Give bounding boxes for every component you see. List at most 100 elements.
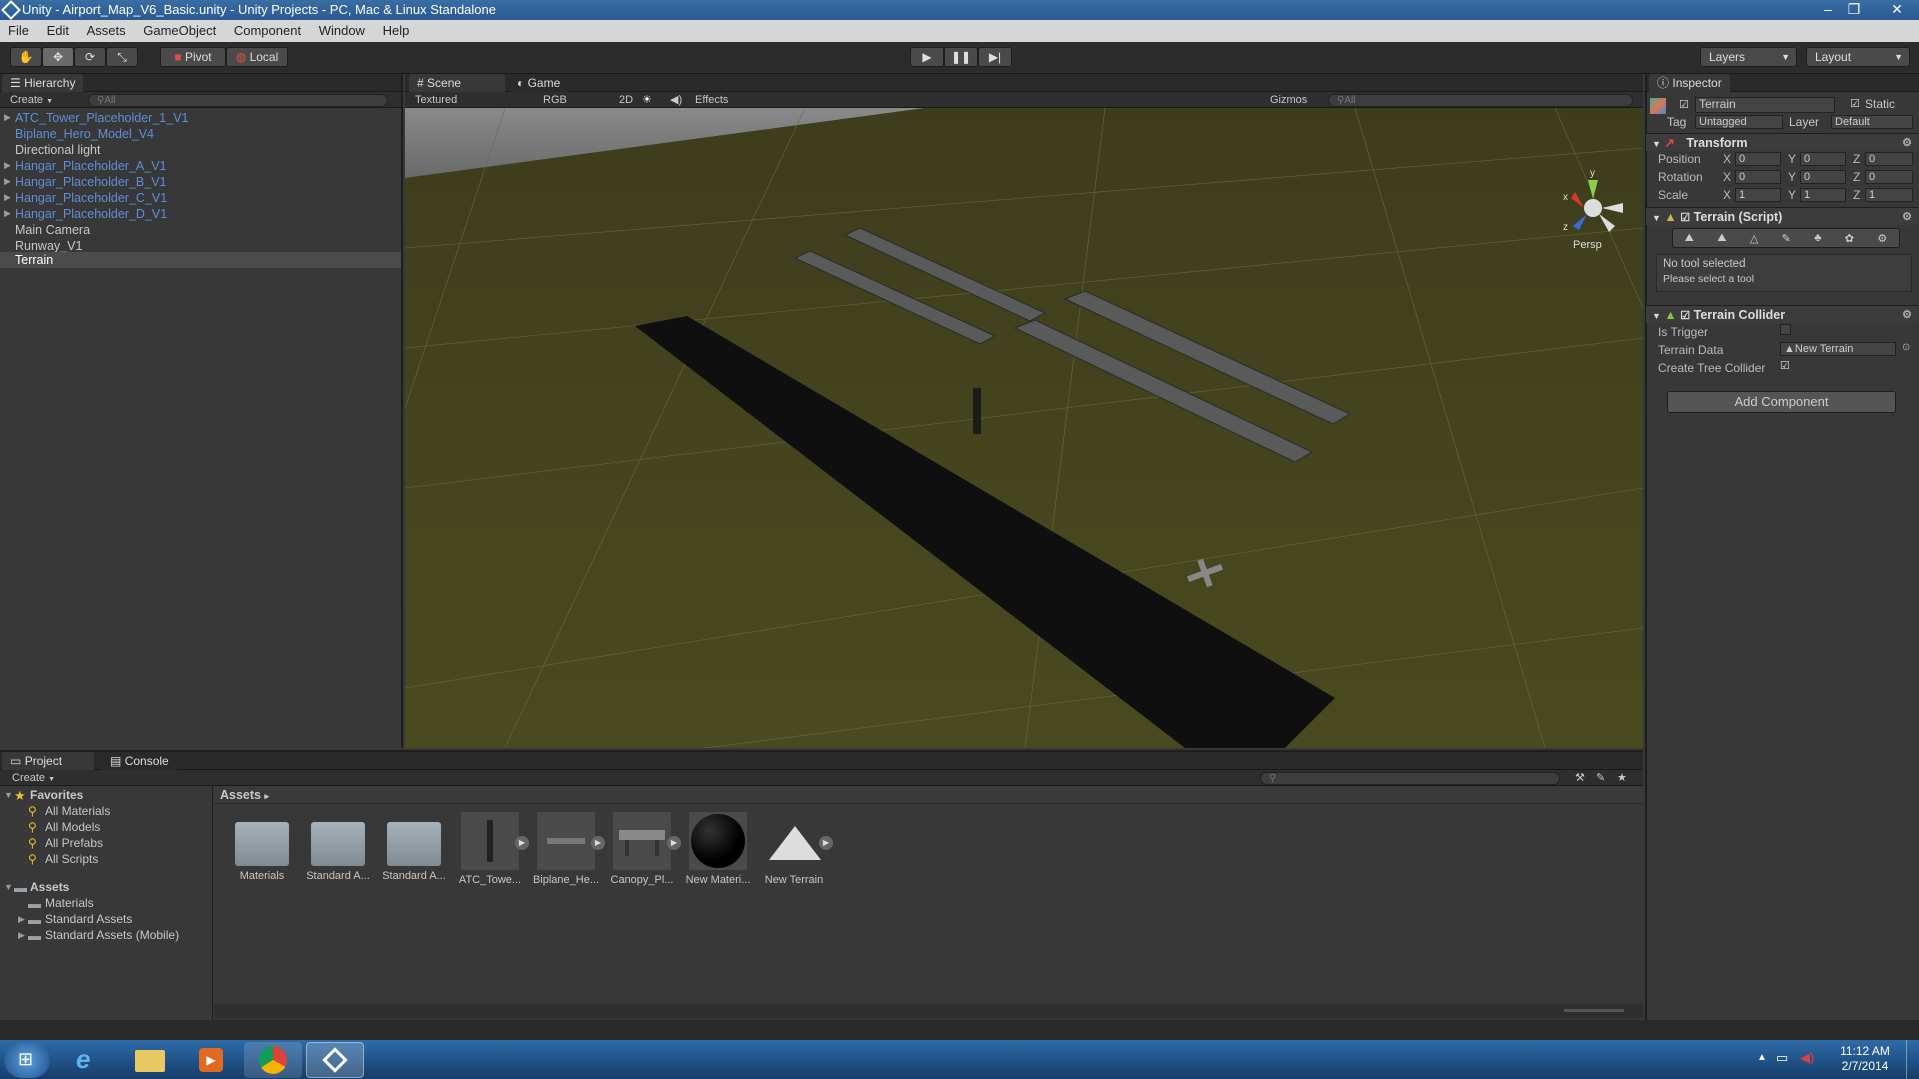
effects-dropdown[interactable]: Effects (695, 92, 728, 108)
atc-tower-model[interactable] (973, 388, 981, 434)
component-enabled-checkbox[interactable]: ☑ (1680, 212, 1690, 224)
menu-file[interactable]: File (8, 23, 29, 38)
tab-inspector[interactable]: ⓘ Inspector (1649, 74, 1730, 92)
volume-icon[interactable]: ◀) (1800, 1050, 1814, 1066)
paint-details-tool-icon[interactable]: ✿ (1845, 232, 1854, 245)
expand-arrow-icon[interactable]: ▶ (4, 112, 11, 123)
show-desktop-button[interactable] (1906, 1040, 1919, 1079)
tab-hierarchy[interactable]: ☰ Hierarchy (2, 74, 84, 92)
unity-taskbar-button[interactable] (306, 1042, 364, 1078)
chrome-taskbar-button[interactable] (244, 1042, 302, 1078)
tab-project[interactable]: ▭ Project (2, 752, 94, 770)
menu-help[interactable]: Help (383, 23, 410, 38)
hierarchy-item[interactable]: ATC_Tower_Placeholder_1_V1 (15, 110, 188, 126)
gear-icon[interactable]: ⚙ (1902, 208, 1912, 226)
position-y-field[interactable]: 0 (1800, 152, 1846, 166)
expand-arrow-icon[interactable]: ▶ (4, 160, 11, 171)
expand-prefab-icon[interactable]: ▶ (819, 836, 833, 850)
scale-y-field[interactable]: 1 (1800, 188, 1846, 202)
hand-tool-button[interactable]: ✋ (10, 47, 42, 67)
expand-arrow-icon[interactable]: ▶ (4, 176, 11, 187)
filter-by-label-icon[interactable]: ✎ (1596, 770, 1605, 786)
hierarchy-item[interactable]: Main Camera (15, 222, 90, 238)
expand-prefab-icon[interactable]: ▶ (515, 836, 529, 850)
terrain-script-header[interactable]: ▼ ▲ ☑ Terrain (Script) ⚙ (1646, 207, 1918, 225)
transform-header[interactable]: ▼ ↗ Transform ⚙ (1646, 133, 1918, 151)
network-icon[interactable]: ▭ (1776, 1050, 1788, 1066)
object-name-field[interactable]: Terrain (1695, 97, 1835, 113)
expand-prefab-icon[interactable]: ▶ (591, 836, 605, 850)
scale-tool-button[interactable]: ⤡ (106, 47, 138, 67)
favorite-star-icon[interactable]: ★ (1617, 770, 1627, 786)
raise-terrain-tool-icon[interactable]: ⛰ (1685, 232, 1694, 245)
pivot-toggle[interactable]: ■ Pivot (160, 47, 226, 67)
menu-gameobject[interactable]: GameObject (143, 23, 216, 38)
hierarchy-item[interactable]: Biplane_Hero_Model_V4 (15, 126, 154, 142)
position-x-field[interactable]: 0 (1735, 152, 1781, 166)
menu-component[interactable]: Component (234, 23, 301, 38)
tree-folder-standard-assets[interactable]: Standard Assets (45, 912, 132, 927)
local-toggle[interactable]: ◍ Local (226, 47, 288, 67)
play-button[interactable]: ▶ (910, 47, 944, 67)
rotation-z-field[interactable]: 0 (1865, 170, 1913, 184)
terrain-settings-tool-icon[interactable]: ⚙ (1877, 232, 1887, 245)
terrain-data-field[interactable]: ▲New Terrain (1780, 342, 1896, 356)
expand-arrow-icon[interactable]: ▶ (18, 930, 25, 941)
file-explorer-taskbar-button[interactable] (121, 1042, 179, 1078)
tab-game[interactable]: ◐ Game (509, 74, 569, 92)
render-mode-dropdown[interactable]: Textured (415, 92, 457, 108)
active-checkbox[interactable]: ☑ (1679, 98, 1689, 111)
asset-item[interactable]: New Materi... (683, 812, 753, 886)
create-dropdown[interactable]: Create (10, 94, 43, 106)
paint-height-tool-icon[interactable]: ⛰ (1717, 232, 1726, 245)
expand-arrow-icon[interactable]: ▶ (18, 914, 25, 925)
rotate-tool-button[interactable]: ⟳ (74, 47, 106, 67)
hierarchy-item[interactable]: Hangar_Placeholder_D_V1 (15, 206, 167, 222)
tab-console[interactable]: ▤ Console (102, 752, 177, 770)
rotation-x-field[interactable]: 0 (1735, 170, 1781, 184)
layout-dropdown[interactable]: Layout ▼ (1806, 47, 1910, 67)
paint-texture-tool-icon[interactable]: ✎ (1782, 232, 1791, 245)
scene-search-input[interactable]: ⚲All (1328, 94, 1633, 107)
asset-item[interactable]: Materials (227, 812, 297, 882)
asset-item[interactable]: Canopy_Pl... (607, 812, 677, 886)
collapse-arrow-icon[interactable]: ▼ (4, 790, 13, 800)
favorite-all-scripts[interactable]: All Scripts (45, 852, 98, 867)
step-button[interactable]: ▶| (978, 47, 1012, 67)
menu-edit[interactable]: Edit (47, 23, 69, 38)
scene-viewport[interactable]: y x z Persp (405, 108, 1643, 748)
pause-button[interactable]: ❚❚ (944, 47, 978, 67)
is-trigger-checkbox[interactable] (1780, 324, 1791, 335)
favorite-all-materials[interactable]: All Materials (45, 804, 110, 819)
asset-item[interactable]: Biplane_He... (531, 812, 601, 886)
terrain-collider-header[interactable]: ▼ ▲ ☑ Terrain Collider ⚙ (1646, 305, 1918, 323)
minimize-button[interactable]: – (1815, 0, 1841, 18)
collapse-arrow-icon[interactable]: ▼ (1652, 139, 1661, 149)
gizmos-dropdown[interactable]: Gizmos (1270, 92, 1307, 108)
tree-folder-materials[interactable]: Materials (45, 896, 94, 911)
icon-size-slider[interactable] (1564, 1009, 1624, 1012)
create-dropdown[interactable]: Create (12, 772, 45, 784)
scale-z-field[interactable]: 1 (1865, 188, 1913, 202)
asset-item[interactable]: Standard A... (379, 812, 449, 882)
scale-x-field[interactable]: 1 (1735, 188, 1781, 202)
lighting-icon[interactable]: ☀ (642, 92, 652, 108)
favorite-all-prefabs[interactable]: All Prefabs (45, 836, 103, 851)
collapse-arrow-icon[interactable]: ▼ (4, 882, 13, 892)
expand-arrow-icon[interactable]: ▶ (4, 208, 11, 219)
start-button[interactable]: ⊞ (4, 1042, 50, 1078)
position-z-field[interactable]: 0 (1865, 152, 1913, 166)
component-enabled-checkbox[interactable]: ☑ (1680, 310, 1690, 322)
hierarchy-item[interactable]: Hangar_Placeholder_A_V1 (15, 158, 167, 174)
asset-item[interactable]: ATC_Towe... (455, 812, 525, 886)
close-button[interactable]: ✕ (1880, 0, 1914, 18)
expand-arrow-icon[interactable]: ▶ (4, 192, 11, 203)
restore-button[interactable]: ❐ (1841, 0, 1867, 18)
tab-scene[interactable]: # Scene (409, 74, 505, 92)
layer-dropdown[interactable]: Default (1831, 115, 1913, 129)
breadcrumb-assets[interactable]: Assets (220, 788, 261, 802)
internet-explorer-taskbar-button[interactable]: e (60, 1042, 118, 1078)
place-trees-tool-icon[interactable]: ♣ (1814, 232, 1821, 244)
object-picker-icon[interactable]: ⊙ (1902, 342, 1910, 353)
move-tool-button[interactable]: ✥ (42, 47, 74, 67)
